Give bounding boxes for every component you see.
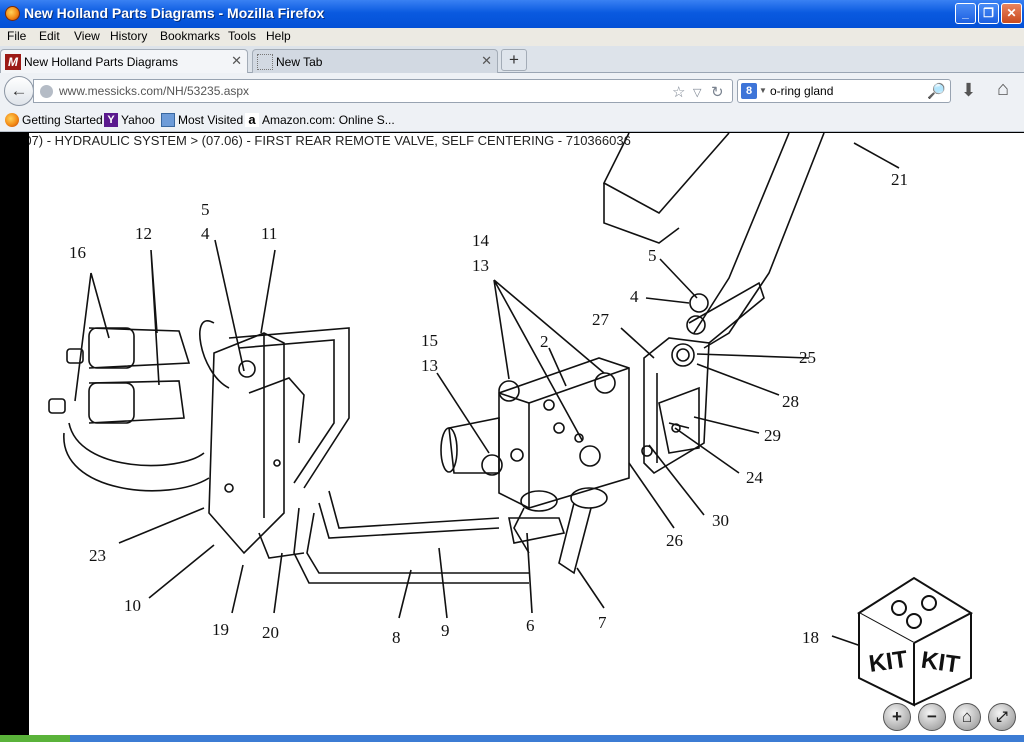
callout-28: 28 <box>782 392 799 411</box>
page-content: KIT KIT 16 12 5 4 11 14 13 15 13 2 5 4 2… <box>29 133 1024 735</box>
globe-icon <box>40 85 53 98</box>
window-title: New Holland Parts Diagrams - Mozilla Fir… <box>24 5 325 21</box>
tab-new-holland-parts[interactable]: M New Holland Parts Diagrams ✕ <box>0 49 248 73</box>
search-bar[interactable]: 8 ▼ 🔎 <box>737 79 951 103</box>
left-manifold <box>208 332 285 555</box>
full-page-button[interactable]: ⤢ <box>988 703 1016 731</box>
bookmark-yahoo[interactable]: Y Yahoo <box>104 112 155 128</box>
callout-4-left: 4 <box>201 224 210 243</box>
amazon-icon: a <box>245 112 259 127</box>
kit-label-left: KIT <box>867 646 909 678</box>
start-button-edge[interactable] <box>0 735 70 742</box>
callout-10: 10 <box>124 596 141 615</box>
tab-label: New Tab <box>276 55 323 69</box>
bookmark-star-icon[interactable]: ☆ <box>672 83 685 101</box>
yahoo-icon: Y <box>104 112 118 127</box>
callout-20: 20 <box>262 623 279 642</box>
kit-box-icon <box>857 576 974 707</box>
callout-13-left: 13 <box>421 356 438 375</box>
zoom-out-button[interactable]: − <box>918 703 946 731</box>
callout-13-top: 13 <box>472 256 489 275</box>
search-icon[interactable]: 🔎 <box>927 82 946 100</box>
callout-15: 15 <box>421 331 438 350</box>
menu-history[interactable]: History <box>110 29 147 43</box>
firefox-icon <box>5 112 19 127</box>
bookmarks-bar: Getting Started Y Yahoo Most Visited a Ama… <box>0 108 1024 132</box>
close-button[interactable]: ✕ <box>1001 3 1022 24</box>
callout-8: 8 <box>392 628 401 647</box>
history-dropdown-icon[interactable]: ▽ <box>693 86 701 99</box>
callout-29: 29 <box>764 426 781 445</box>
menu-view[interactable]: View <box>74 29 100 43</box>
blank-page-icon <box>257 54 273 70</box>
tab-close-icon[interactable]: ✕ <box>481 53 492 69</box>
callout-16: 16 <box>69 243 86 262</box>
bookmark-most-visited[interactable]: Most Visited <box>161 112 243 128</box>
maximize-button[interactable]: ❐ <box>978 3 999 24</box>
callout-24: 24 <box>746 468 764 487</box>
menu-help[interactable]: Help <box>266 29 291 43</box>
google-engine-icon[interactable]: 8 <box>741 83 757 99</box>
callout-2: 2 <box>540 332 549 351</box>
parts-diagram[interactable]: KIT KIT 16 12 5 4 11 14 13 15 13 2 5 4 2… <box>29 133 1024 735</box>
reload-icon[interactable]: ↻ <box>711 83 724 101</box>
bookmark-amazon[interactable]: a Amazon.com: Online S... <box>245 112 395 128</box>
menu-bookmarks[interactable]: Bookmarks <box>160 29 220 43</box>
tab-new-tab[interactable]: New Tab ✕ <box>252 49 498 73</box>
home-icon[interactable]: ⌂ <box>997 78 1009 101</box>
new-tab-button[interactable]: + <box>501 49 527 71</box>
callout-27: 27 <box>592 310 610 329</box>
coupler-bottom <box>88 380 185 424</box>
zoom-in-button[interactable]: + <box>883 703 911 731</box>
breadcrumb[interactable]: (07) - HYDRAULIC SYSTEM > (07.06) - FIRS… <box>29 133 631 148</box>
menu-tools[interactable]: Tools <box>228 29 256 43</box>
tab-strip: M New Holland Parts Diagrams ✕ New Tab ✕… <box>0 46 1024 73</box>
bookmark-getting-started[interactable]: Getting Started <box>5 112 103 128</box>
callout-5-left: 5 <box>201 200 210 219</box>
taskbar-strip <box>0 735 1024 742</box>
callout-21: 21 <box>891 170 908 189</box>
callout-19: 19 <box>212 620 229 639</box>
menu-edit[interactable]: Edit <box>39 29 60 43</box>
messicks-favicon-icon: M <box>5 54 21 70</box>
callout-11: 11 <box>261 224 277 243</box>
navigation-bar: ← www.messicks.com/NH/53235.aspx ☆ ▽ ↻ 8… <box>0 73 1024 108</box>
menu-bar: File Edit View History Bookmarks Tools H… <box>0 28 1024 46</box>
zoom-home-button[interactable]: ⌂ <box>953 703 981 731</box>
url-bar[interactable]: www.messicks.com/NH/53235.aspx ☆ ▽ ↻ <box>33 79 733 103</box>
engine-dropdown-icon[interactable]: ▼ <box>759 86 767 95</box>
callout-6: 6 <box>526 616 535 635</box>
callout-7: 7 <box>598 613 607 632</box>
callout-12: 12 <box>135 224 152 243</box>
download-icon[interactable]: ⬇ <box>961 80 976 101</box>
back-button[interactable]: ← <box>4 76 34 106</box>
most-visited-icon <box>161 112 175 127</box>
minimize-button[interactable]: _ <box>955 3 976 24</box>
title-bar: New Holland Parts Diagrams - Mozilla Fir… <box>0 0 1024 28</box>
callout-5-right: 5 <box>648 246 657 265</box>
coupler-top <box>88 327 191 369</box>
tab-label: New Holland Parts Diagrams <box>24 55 179 69</box>
left-page-strip <box>0 133 29 735</box>
callout-26: 26 <box>666 531 683 550</box>
callout-9: 9 <box>441 621 450 640</box>
callout-14: 14 <box>472 231 490 250</box>
callout-4-right: 4 <box>630 287 639 306</box>
callout-30: 30 <box>712 511 729 530</box>
url-text[interactable]: www.messicks.com/NH/53235.aspx <box>59 84 249 98</box>
callout-18: 18 <box>802 628 819 647</box>
kit-label-right: KIT <box>919 647 961 679</box>
callout-23: 23 <box>89 546 106 565</box>
tab-close-icon[interactable]: ✕ <box>231 53 242 69</box>
firefox-icon <box>5 6 20 21</box>
search-input[interactable] <box>770 82 928 100</box>
callout-25: 25 <box>799 348 816 367</box>
menu-file[interactable]: File <box>7 29 26 43</box>
